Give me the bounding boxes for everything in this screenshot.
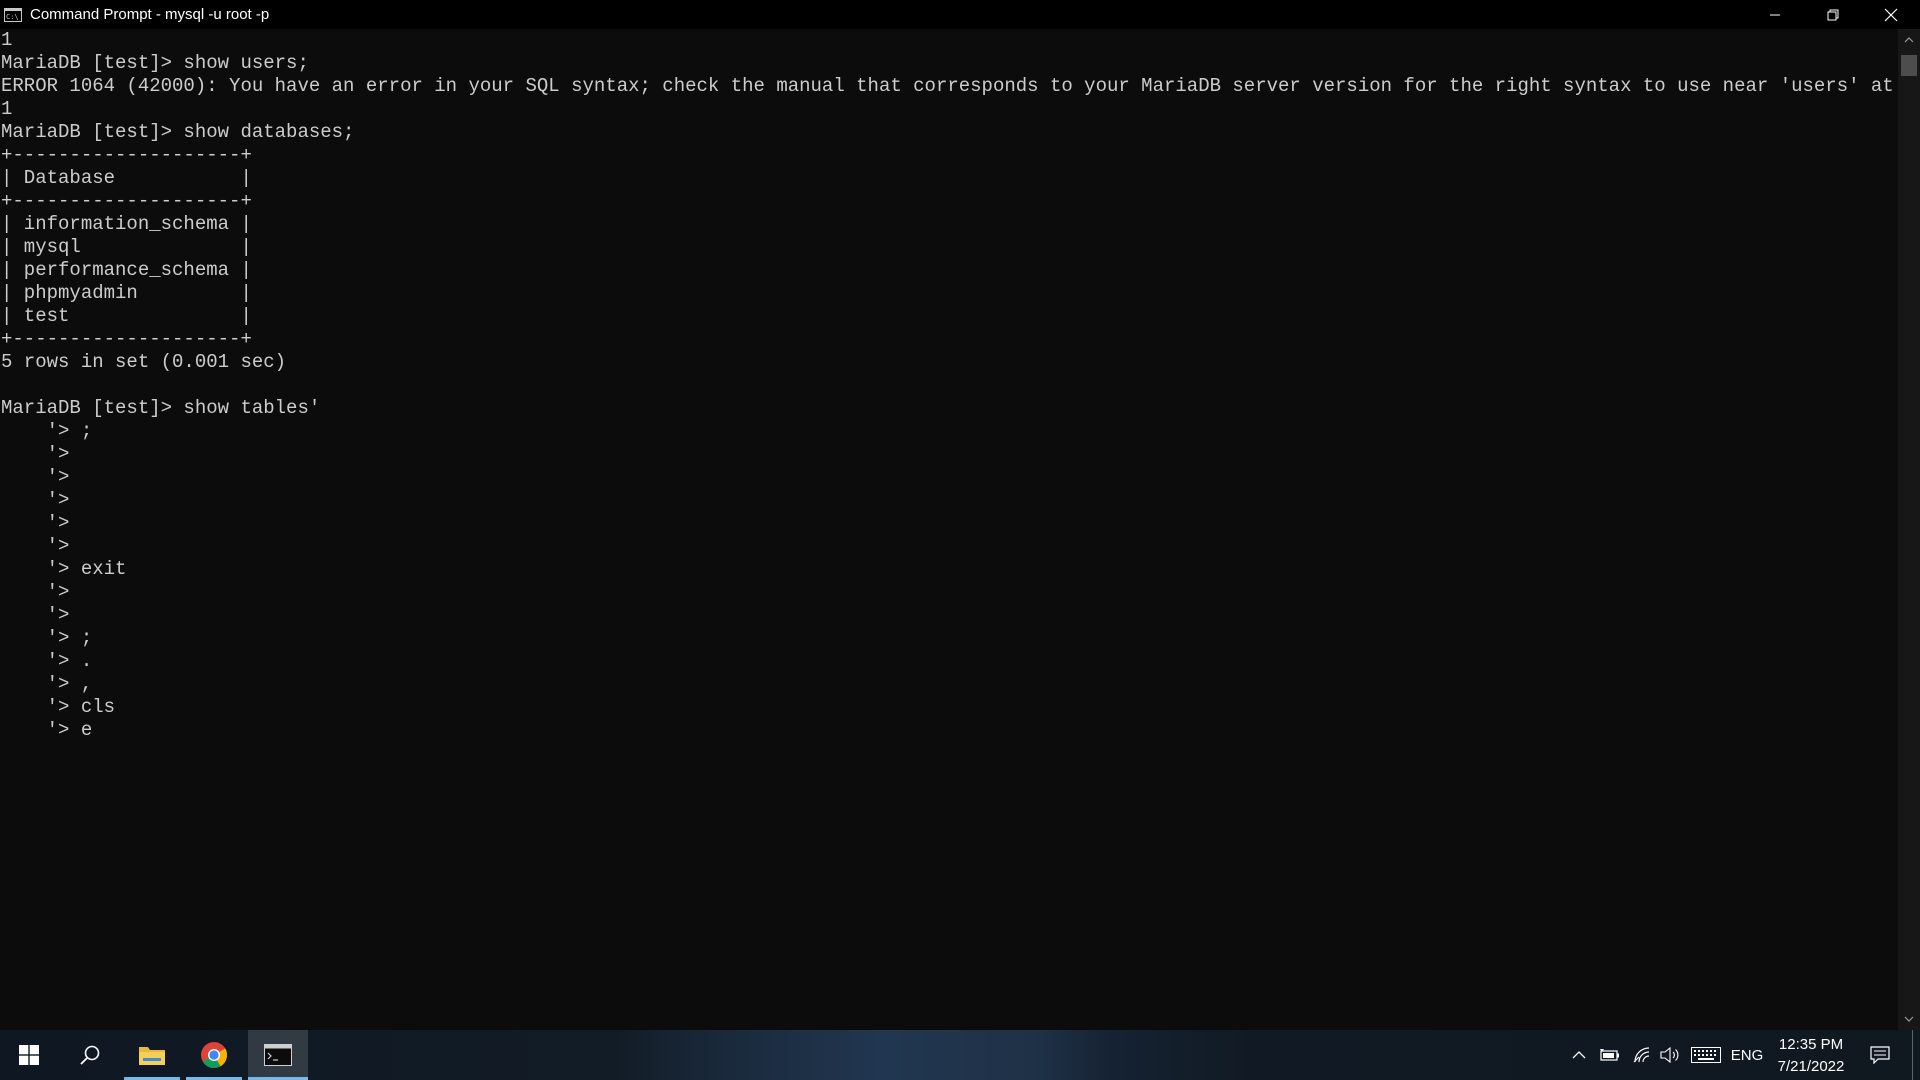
taskbar-app-file-explorer[interactable] — [124, 1030, 180, 1080]
show-hidden-icons-button[interactable] — [1568, 1030, 1590, 1080]
show-desktop-button[interactable] — [1912, 1030, 1913, 1080]
taskbar-app-command-prompt[interactable] — [248, 1030, 308, 1080]
console-line: | information_schema | — [1, 213, 252, 235]
console-line: +--------------------+ — [1, 190, 252, 212]
restore-button[interactable] — [1804, 0, 1862, 29]
console-line: | test | — [1, 305, 252, 327]
console-line: MariaDB [test]> show tables' — [1, 397, 321, 419]
battery-button[interactable] — [1598, 1030, 1622, 1080]
console-line: ERROR 1064 (42000): You have an error in… — [1, 75, 1898, 97]
console-line: '> — [1, 512, 70, 534]
console-line: | performance_schema | — [1, 259, 252, 281]
network-button[interactable] — [1630, 1030, 1654, 1080]
taskbar-app-chrome[interactable] — [186, 1030, 242, 1080]
console-line: '> cls — [1, 696, 116, 718]
console-line: | mysql | — [1, 236, 252, 258]
notification-icon — [1870, 1046, 1890, 1064]
minimize-icon — [1770, 14, 1780, 15]
console-line: '> — [1, 535, 70, 557]
windows-logo-icon — [19, 1045, 39, 1065]
vertical-scrollbar[interactable] — [1898, 29, 1920, 1030]
volume-button[interactable] — [1658, 1030, 1682, 1080]
console-line: '> exit — [1, 558, 127, 580]
keyboard-icon — [1691, 1047, 1721, 1063]
terminal-icon — [264, 1044, 292, 1066]
title-bar[interactable]: C:\ Command Prompt - mysql -u root -p — [0, 0, 1920, 29]
console-line: 5 rows in set (0.001 sec) — [1, 351, 287, 373]
chevron-up-icon — [1904, 37, 1914, 43]
language-indicator: ENG — [1730, 1046, 1764, 1064]
console-line: | Database | — [1, 167, 252, 189]
minimize-button[interactable] — [1746, 0, 1804, 29]
svg-text:C:\: C:\ — [6, 13, 19, 21]
chrome-icon — [201, 1042, 228, 1069]
battery-icon — [1600, 1049, 1619, 1061]
console-line: 1 — [1, 98, 13, 120]
console-line: '> . — [1, 650, 93, 672]
chevron-up-icon — [1572, 1051, 1586, 1059]
close-button[interactable] — [1862, 0, 1920, 29]
clock-button[interactable]: 12:35 PM 7/21/2022 — [1768, 1034, 1854, 1078]
cmd-app-icon: C:\ — [3, 7, 23, 23]
console-output[interactable]: 1 MariaDB [test]> show users; ERROR 1064 (… — [0, 29, 1898, 1028]
clock-date: 7/21/2022 — [1777, 1058, 1845, 1075]
taskbar: ENG 12:35 PM 7/21/2022 — [0, 1030, 1920, 1080]
restore-icon — [1827, 9, 1839, 20]
console-line: '> — [1, 489, 70, 511]
search-button[interactable] — [61, 1030, 119, 1080]
wifi-icon — [1633, 1047, 1650, 1063]
command-prompt-window: C:\ Command Prompt - mysql -u root -p 1 … — [0, 0, 1920, 1030]
scroll-down-button[interactable] — [1898, 1008, 1920, 1030]
folder-icon — [139, 1047, 165, 1065]
window-controls — [1746, 0, 1920, 29]
scroll-up-button[interactable] — [1898, 29, 1920, 51]
console-line: '> e — [1, 719, 93, 741]
console-line: '> — [1, 604, 70, 626]
console-line: +--------------------+ — [1, 144, 252, 166]
console-line: '> — [1, 443, 70, 465]
console-line: MariaDB [test]> show databases; — [1, 121, 355, 143]
touch-keyboard-button[interactable] — [1690, 1030, 1722, 1080]
window-title: Command Prompt - mysql -u root -p — [30, 6, 270, 23]
console-line: '> ; — [1, 627, 93, 649]
console-line: '> — [1, 466, 70, 488]
console-line: '> — [1, 581, 70, 603]
chevron-down-icon — [1904, 1016, 1914, 1022]
clock-time: 12:35 PM — [1778, 1036, 1844, 1053]
close-icon — [1884, 8, 1898, 21]
console-line: 1 — [1, 29, 13, 51]
console-line: +--------------------+ — [1, 328, 252, 350]
search-icon — [80, 1045, 100, 1065]
console-line: '> ; — [1, 420, 93, 442]
action-center-button[interactable] — [1862, 1030, 1898, 1080]
start-button[interactable] — [0, 1030, 58, 1080]
speaker-icon — [1660, 1047, 1679, 1063]
console-line: | phpmyadmin | — [1, 282, 252, 304]
console-line: '> , — [1, 673, 93, 695]
input-language-button[interactable]: ENG — [1728, 1030, 1766, 1080]
console-line: MariaDB [test]> show users; — [1, 52, 309, 74]
scroll-thumb[interactable] — [1901, 55, 1917, 76]
